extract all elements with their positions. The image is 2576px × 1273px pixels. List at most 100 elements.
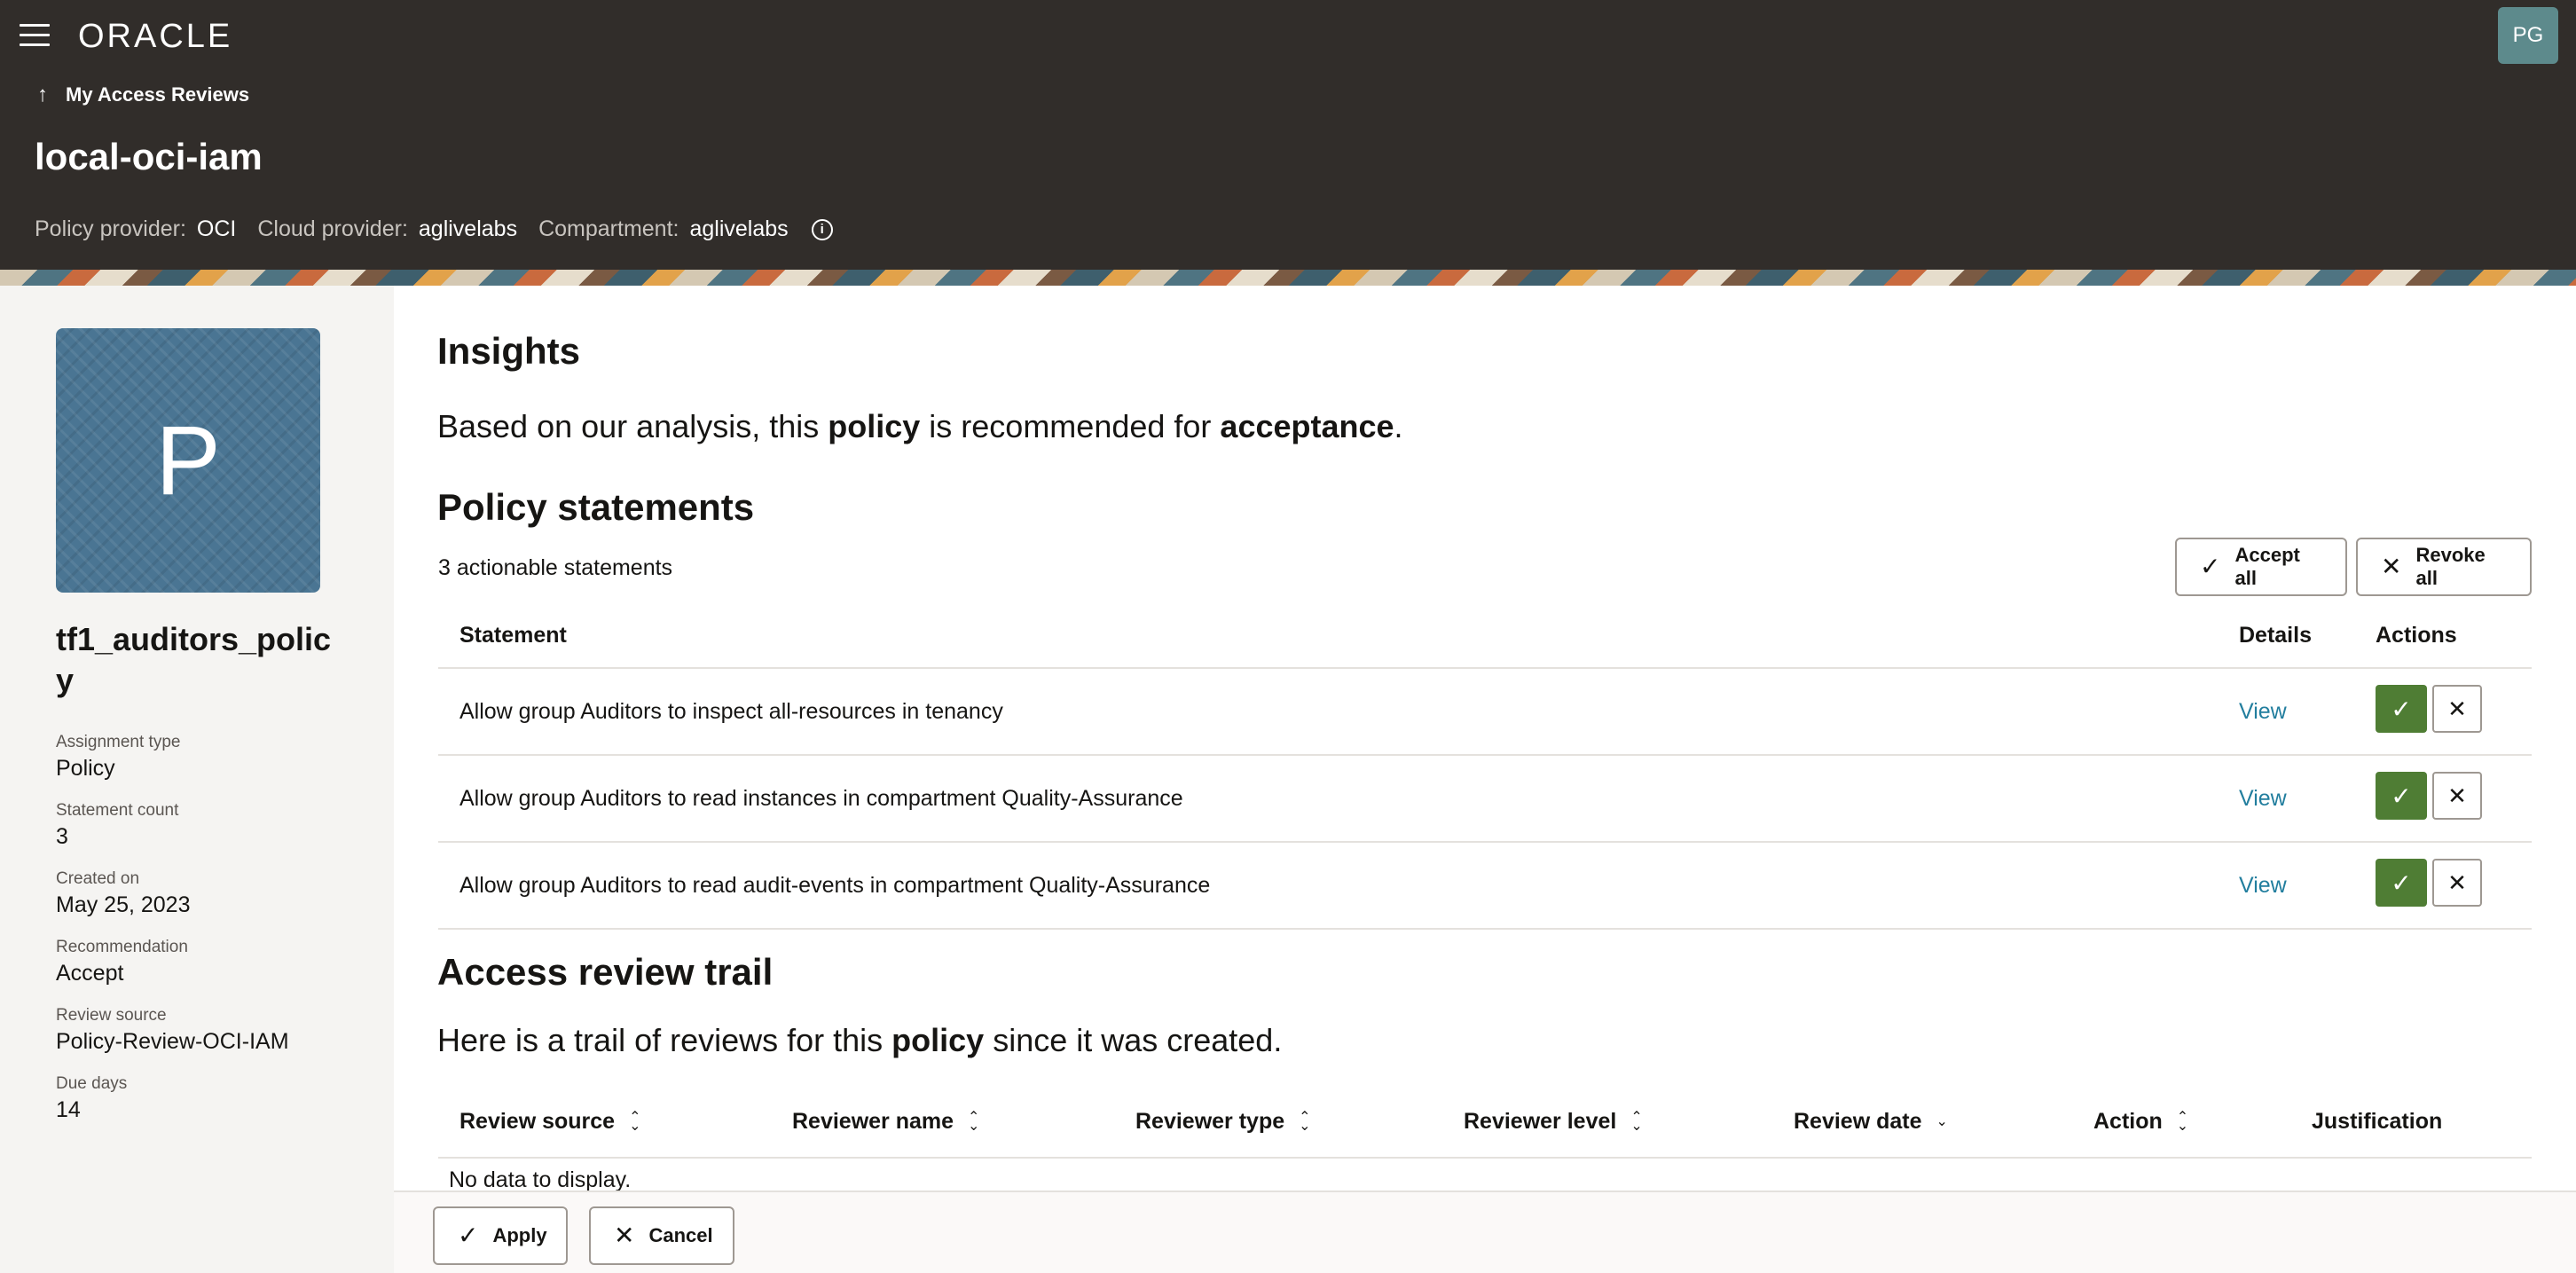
check-icon: ✓ bbox=[2200, 553, 2221, 580]
close-icon: ✕ bbox=[2447, 695, 2467, 722]
table-row: Allow group Auditors to read instances i… bbox=[438, 754, 2532, 841]
back-link-label: My Access Reviews bbox=[66, 83, 250, 106]
back-link[interactable]: ↑ My Access Reviews bbox=[37, 83, 249, 107]
table-divider bbox=[438, 928, 2532, 930]
revoke-all-label: Revoke all bbox=[2415, 544, 2486, 589]
chevron-down-icon: ⌄ bbox=[1936, 1113, 1948, 1129]
table-row: Allow group Auditors to read audit-event… bbox=[438, 841, 2532, 928]
insights-text-part: Based on our analysis, this bbox=[437, 408, 829, 444]
accept-statement-button[interactable]: ✓ bbox=[2376, 772, 2427, 820]
revoke-statement-button[interactable]: ✕ bbox=[2432, 685, 2482, 733]
policy-name: tf1_auditors_policy bbox=[56, 621, 332, 698]
arrow-up-icon: ↑ bbox=[37, 83, 48, 106]
recommendation-field: Recommendation Accept bbox=[56, 938, 188, 986]
field-value: Accept bbox=[56, 961, 124, 986]
apply-label: Apply bbox=[492, 1224, 547, 1246]
close-icon: ✕ bbox=[2447, 782, 2467, 809]
field-label: Statement count bbox=[56, 801, 179, 820]
check-icon: ✓ bbox=[2391, 782, 2412, 810]
empty-state-text: No data to display. bbox=[449, 1167, 632, 1192]
accept-all-button[interactable]: ✓ Accept all bbox=[2175, 538, 2347, 596]
hamburger-icon[interactable] bbox=[20, 24, 50, 47]
column-header-review-source[interactable]: Review source ⌃ ⌄ bbox=[459, 1109, 641, 1135]
accept-all-label: Accept all bbox=[2234, 544, 2300, 589]
sort-icon: ⌃ ⌄ bbox=[629, 1109, 641, 1134]
insights-text-part: is recommended for bbox=[920, 408, 1221, 444]
statement-text: Allow group Auditors to inspect all-reso… bbox=[459, 699, 1003, 724]
column-header-reviewer-level[interactable]: Reviewer level ⌃ ⌄ bbox=[1464, 1109, 1643, 1135]
close-icon: ✕ bbox=[2447, 868, 2467, 896]
page-header: ORACLE PG ↑ My Access Reviews local-oci-… bbox=[0, 0, 2576, 270]
user-avatar[interactable]: PG bbox=[2498, 7, 2558, 64]
column-label: Reviewer level bbox=[1464, 1109, 1617, 1134]
field-value: 14 bbox=[56, 1097, 81, 1122]
column-header-statement: Statement bbox=[459, 623, 567, 648]
check-icon: ✓ bbox=[2391, 695, 2412, 723]
column-header-actions: Actions bbox=[2376, 623, 2457, 648]
column-header-justification: Justification bbox=[2312, 1109, 2442, 1135]
field-value: Policy-Review-OCI-IAM bbox=[56, 1029, 289, 1054]
actionable-count: 3 actionable statements bbox=[438, 555, 673, 580]
view-details-link[interactable]: View bbox=[2239, 699, 2287, 725]
field-value: Policy bbox=[56, 756, 115, 781]
accept-statement-button[interactable]: ✓ bbox=[2376, 685, 2427, 733]
column-header-review-date[interactable]: Review date ⌄ bbox=[1794, 1109, 1948, 1135]
sort-icon: ⌃ ⌄ bbox=[2176, 1109, 2189, 1134]
insights-bold-acceptance: acceptance bbox=[1220, 408, 1394, 444]
view-details-link[interactable]: View bbox=[2239, 786, 2287, 812]
footer-bar: ✓ Apply ✕ Cancel bbox=[394, 1190, 2576, 1273]
insights-text-part: . bbox=[1394, 408, 1403, 444]
cloud-provider-value: aglivelabs bbox=[418, 216, 518, 241]
revoke-all-button[interactable]: ✕ Revoke all bbox=[2356, 538, 2532, 596]
check-icon: ✓ bbox=[458, 1222, 479, 1249]
statement-count-field: Statement count 3 bbox=[56, 801, 178, 850]
cancel-button[interactable]: ✕ Cancel bbox=[589, 1206, 734, 1265]
sort-icon: ⌃ ⌄ bbox=[968, 1109, 980, 1134]
due-days-field: Due days 14 bbox=[56, 1074, 127, 1123]
field-label: Due days bbox=[56, 1074, 128, 1093]
revoke-statement-button[interactable]: ✕ bbox=[2432, 772, 2482, 820]
close-icon: ✕ bbox=[2381, 553, 2402, 580]
info-icon[interactable]: i bbox=[811, 218, 833, 240]
compartment-value: aglivelabs bbox=[689, 216, 789, 241]
column-header-reviewer-name[interactable]: Reviewer name ⌃ ⌄ bbox=[792, 1109, 979, 1135]
policy-provider-label: Policy provider: bbox=[35, 216, 186, 241]
statement-text: Allow group Auditors to read instances i… bbox=[459, 786, 1183, 811]
insights-heading: Insights bbox=[437, 330, 581, 372]
column-label: Justification bbox=[2312, 1109, 2443, 1134]
revoke-statement-button[interactable]: ✕ bbox=[2432, 859, 2482, 907]
column-label: Review source bbox=[459, 1109, 616, 1134]
header-meta: Policy provider: OCI Cloud provider: agl… bbox=[35, 216, 833, 242]
policy-avatar: P bbox=[56, 328, 320, 593]
column-label: Reviewer type bbox=[1135, 1109, 1285, 1134]
table-row: Allow group Auditors to inspect all-reso… bbox=[438, 667, 2532, 754]
sort-icon: ⌃ ⌄ bbox=[1299, 1109, 1311, 1134]
column-label: Review date bbox=[1794, 1109, 1922, 1134]
statement-text: Allow group Auditors to read audit-event… bbox=[459, 873, 1211, 898]
assignment-type-field: Assignment type Policy bbox=[56, 733, 180, 782]
column-label: Action bbox=[2093, 1109, 2163, 1134]
sidebar: P tf1_auditors_policy Assignment type Po… bbox=[0, 286, 394, 1273]
field-label: Recommendation bbox=[56, 938, 188, 956]
field-label: Review source bbox=[56, 1006, 167, 1025]
field-label: Created on bbox=[56, 869, 140, 888]
sort-icon: ⌃ ⌄ bbox=[1630, 1109, 1643, 1134]
field-label: Assignment type bbox=[56, 733, 181, 751]
compartment-label: Compartment: bbox=[538, 216, 679, 241]
check-icon: ✓ bbox=[2391, 868, 2412, 897]
view-details-link[interactable]: View bbox=[2239, 873, 2287, 899]
apply-button[interactable]: ✓ Apply bbox=[433, 1206, 568, 1265]
review-source-field: Review source Policy-Review-OCI-IAM bbox=[56, 1006, 289, 1055]
column-header-action[interactable]: Action ⌃ ⌄ bbox=[2093, 1109, 2188, 1135]
insights-text: Based on our analysis, this policy is re… bbox=[437, 408, 1403, 445]
policy-statements-heading: Policy statements bbox=[437, 486, 755, 528]
cancel-label: Cancel bbox=[648, 1224, 713, 1246]
access-review-trail-heading: Access review trail bbox=[437, 951, 774, 993]
oracle-logo[interactable]: ORACLE bbox=[78, 18, 232, 56]
column-label: Reviewer name bbox=[792, 1109, 954, 1134]
table-divider bbox=[438, 1157, 2532, 1159]
trail-text-part: since it was created. bbox=[984, 1022, 1283, 1058]
accept-statement-button[interactable]: ✓ bbox=[2376, 859, 2427, 907]
field-value: 3 bbox=[56, 824, 68, 849]
column-header-reviewer-type[interactable]: Reviewer type ⌃ ⌄ bbox=[1135, 1109, 1311, 1135]
